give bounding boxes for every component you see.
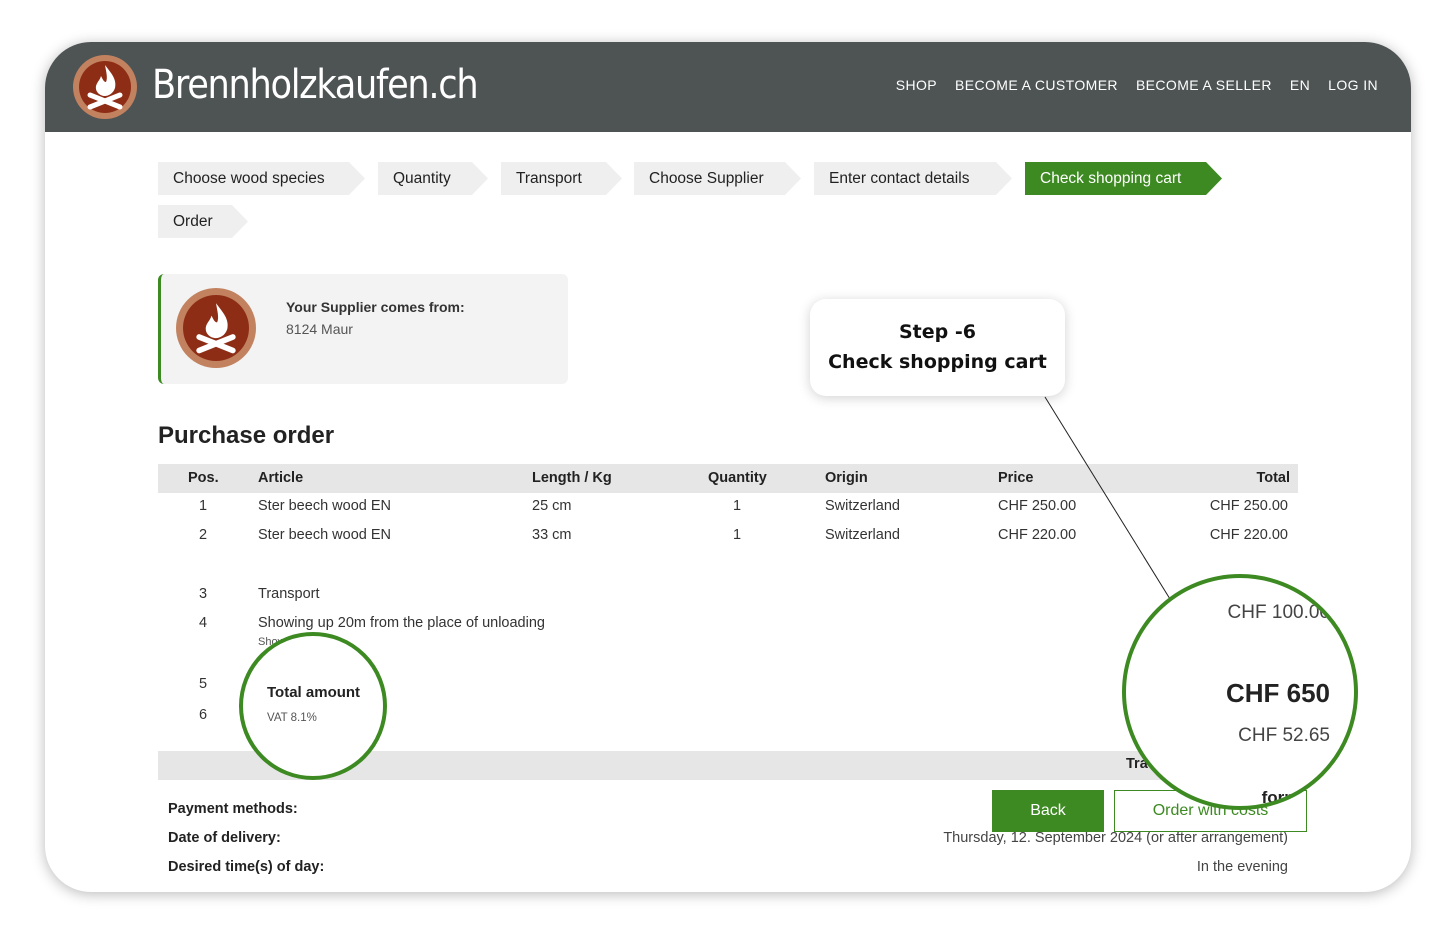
total-amount-value: CHF 650 bbox=[1225, 678, 1330, 708]
magnifier-totals: CHF 100.00 CHF 650 CHF 52.65 formation bbox=[1122, 574, 1358, 810]
vat-label: VAT 8.1% bbox=[267, 712, 317, 724]
magnifier-total-label: Total amount VAT 8.1% bbox=[239, 632, 387, 780]
transport-cost-value: CHF 100.00 bbox=[1227, 602, 1330, 623]
information-title-partial: formation bbox=[1261, 788, 1340, 807]
app-window: Brennholzkaufen.ch SHOP BECOME A CUSTOME… bbox=[45, 42, 1411, 892]
total-amount-label: Total amount bbox=[267, 684, 361, 701]
vat-amount-value: CHF 52.65 bbox=[1238, 725, 1330, 746]
